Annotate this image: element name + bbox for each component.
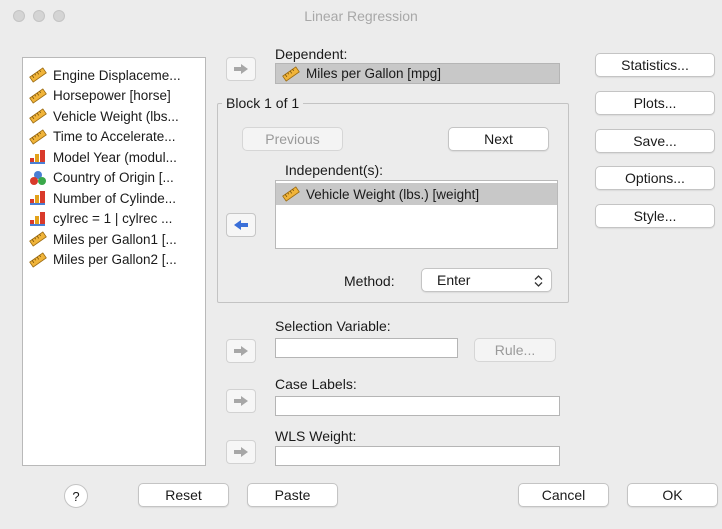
help-button[interactable]: ? [64,484,88,508]
left-arrow-icon [234,220,248,230]
ordinal-bars-icon [29,211,47,227]
variable-list-item[interactable]: Model Year (modul... [23,147,205,168]
variable-list-item[interactable]: Miles per Gallon2 [... [23,250,205,271]
ordinal-bars-icon [29,190,47,206]
move-to-selection-variable-button[interactable] [226,339,256,363]
variable-list-item[interactable]: Miles per Gallon1 [... [23,229,205,250]
move-to-wls-weight-button[interactable] [226,440,256,464]
cancel-button[interactable]: Cancel [518,483,609,507]
dependent-field[interactable]: Miles per Gallon [mpg] [275,63,560,84]
variable-list-item-label: Time to Accelerate... [53,129,176,145]
next-button[interactable]: Next [448,127,549,151]
variable-list[interactable]: Engine Displaceme... Horsepower [horse] Ve… [22,57,206,466]
save-button[interactable]: Save... [595,129,715,153]
scale-ruler-icon [282,186,300,202]
independent-item[interactable]: Vehicle Weight (lbs.) [weight] [276,183,557,205]
method-value: Enter [437,272,471,288]
ordinal-bars-icon [29,149,47,165]
variable-list-item-label: Vehicle Weight (lbs... [53,108,179,124]
right-arrow-icon [234,64,248,74]
nominal-circles-icon [29,170,47,186]
scale-ruler-icon [282,65,300,82]
reset-button[interactable]: Reset [138,483,229,507]
variable-list-item[interactable]: Horsepower [horse] [23,86,205,107]
plots-button[interactable]: Plots... [595,91,715,115]
scale-ruler-icon [29,231,47,247]
block-title: Block 1 of 1 [222,95,304,111]
variable-list-item-label: Country of Origin [... [53,170,174,186]
style-button[interactable]: Style... [595,204,715,228]
dependent-label: Dependent: [275,46,348,62]
variable-list-item-label: Engine Displaceme... [53,67,181,83]
variable-list-item[interactable]: Engine Displaceme... [23,65,205,86]
variable-list-item-label: Miles per Gallon1 [... [53,231,177,247]
method-select[interactable]: Enter [421,268,552,292]
statistics-button[interactable]: Statistics... [595,53,715,77]
options-button[interactable]: Options... [595,166,715,190]
independents-label: Independent(s): [285,162,384,178]
variable-list-item[interactable]: Number of Cylinde... [23,188,205,209]
variable-list-item-label: Number of Cylinde... [53,190,177,206]
variable-list-item[interactable]: Country of Origin [... [23,168,205,189]
case-labels-label: Case Labels: [275,376,357,392]
rule-button[interactable]: Rule... [474,338,556,362]
window-title: Linear Regression [304,8,418,24]
variable-list-item[interactable]: Vehicle Weight (lbs... [23,106,205,127]
move-to-case-labels-button[interactable] [226,389,256,413]
variable-list-item-label: Horsepower [horse] [53,88,171,104]
updown-chevron-icon [534,275,543,287]
variable-list-item[interactable]: cylrec = 1 | cylrec ... [23,209,205,230]
right-arrow-icon [234,396,248,406]
wls-weight-field[interactable] [275,446,560,466]
independents-list[interactable]: Vehicle Weight (lbs.) [weight] [275,180,558,249]
variable-list-item-label: Miles per Gallon2 [... [53,252,177,268]
title-bar: Linear Regression [0,0,722,32]
paste-button[interactable]: Paste [247,483,338,507]
case-labels-field[interactable] [275,396,560,416]
variable-list-item-label: Model Year (modul... [53,149,177,165]
move-to-dependent-button[interactable] [226,57,256,81]
scale-ruler-icon [29,108,47,124]
selection-variable-field[interactable] [275,338,458,358]
selection-variable-label: Selection Variable: [275,318,391,334]
scale-ruler-icon [29,67,47,83]
scale-ruler-icon [29,252,47,268]
scale-ruler-icon [29,129,47,145]
independent-item-label: Vehicle Weight (lbs.) [weight] [306,186,480,202]
right-arrow-icon [234,447,248,457]
move-to-independents-button[interactable] [226,213,256,237]
previous-button[interactable]: Previous [242,127,343,151]
method-label: Method: [344,273,395,289]
right-arrow-icon [234,346,248,356]
wls-weight-label: WLS Weight: [275,428,357,444]
scale-ruler-icon [29,88,47,104]
variable-list-item[interactable]: Time to Accelerate... [23,127,205,148]
dependent-value: Miles per Gallon [mpg] [306,66,442,81]
variable-list-item-label: cylrec = 1 | cylrec ... [53,211,173,227]
ok-button[interactable]: OK [627,483,718,507]
